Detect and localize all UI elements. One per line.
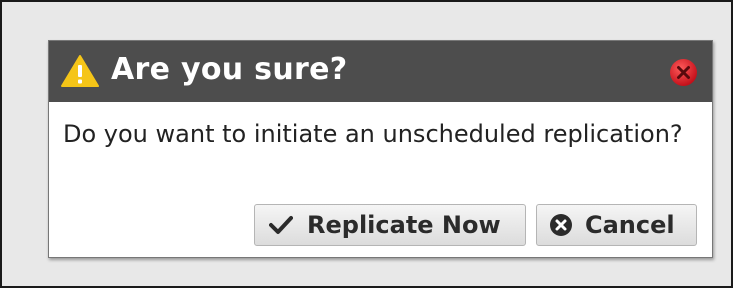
cancel-label: Cancel [585,211,675,239]
warning-icon [61,55,99,87]
replicate-now-label: Replicate Now [307,211,501,239]
dialog-titlebar: Are you sure? [49,41,712,102]
screen-background: Are you sure? Do you want to initiate an… [0,0,733,288]
dialog-title: Are you sure? [111,52,348,87]
confirm-dialog: Are you sure? Do you want to initiate an… [48,40,713,258]
dialog-message: Do you want to initiate an unscheduled r… [63,120,683,148]
cancel-circle-icon [550,214,572,236]
cancel-button[interactable]: Cancel [536,204,697,246]
close-icon[interactable] [669,58,698,87]
checkmark-icon [269,216,293,234]
replicate-now-button[interactable]: Replicate Now [254,204,526,246]
